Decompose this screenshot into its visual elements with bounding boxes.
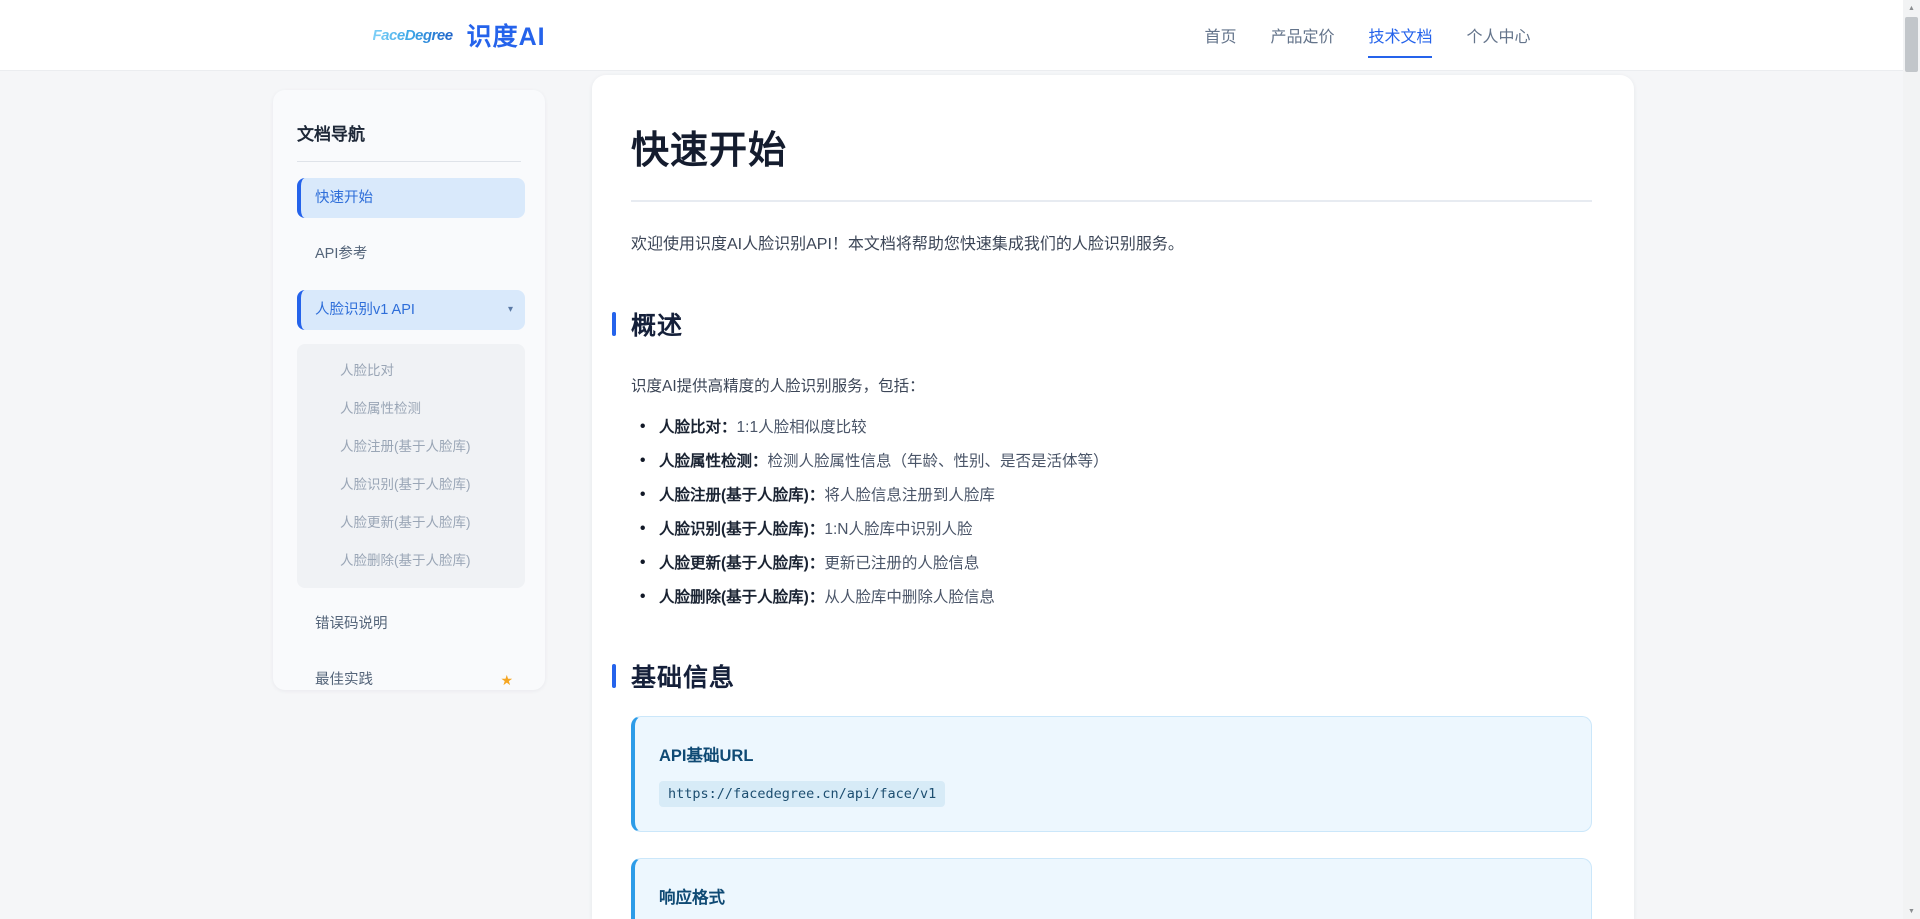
response-format-card: 响应格式 所有API响应都使用JSON格式： {	[631, 858, 1592, 919]
sidebar-item-label: 人脸识别v1 API	[315, 300, 415, 320]
sidebar-item-error-codes[interactable]: 错误码说明	[297, 604, 525, 644]
section-heading-basic-info: 基础信息	[612, 658, 1592, 694]
docs-sidebar: 文档导航 快速开始 API参考 人脸识别v1 API ▾ 人脸比对 人脸属性检测…	[273, 90, 545, 690]
sidebar-item-best-practices[interactable]: 最佳实践 ★	[297, 660, 525, 690]
feature-term: 人脸比对：	[659, 419, 737, 436]
feature-desc: 1:N人脸库中识别人脸	[824, 521, 972, 538]
nav-item-account[interactable]: 个人中心	[1466, 23, 1530, 47]
section-accent-bar	[612, 664, 616, 688]
feature-item: 人脸属性检测：检测人脸属性信息（年龄、性别、是否是活体等）	[631, 452, 1592, 472]
star-icon: ★	[500, 670, 513, 690]
title-divider	[631, 200, 1592, 202]
submenu-item-face-update[interactable]: 人脸更新(基于人脸库)	[297, 504, 525, 542]
feature-desc: 更新已注册的人脸信息	[824, 555, 979, 572]
submenu-item-face-attributes[interactable]: 人脸属性检测	[297, 390, 525, 428]
card-title: 响应格式	[659, 884, 1567, 908]
brand-logo-icon: FaceDegree	[373, 27, 453, 44]
feature-term: 人脸删除(基于人脸库)：	[659, 589, 824, 606]
api-base-url-card: API基础URL https://facedegree.cn/api/face/…	[631, 716, 1592, 832]
nav-item-home[interactable]: 首页	[1204, 23, 1236, 47]
feature-term: 人脸识别(基于人脸库)：	[659, 521, 824, 538]
section-heading-overview: 概述	[612, 306, 1592, 342]
main-nav: 首页 产品定价 技术文档 个人中心	[1204, 23, 1530, 47]
card-title: API基础URL	[659, 742, 1567, 766]
feature-desc: 将人脸信息注册到人脸库	[824, 487, 995, 504]
feature-desc: 从人脸库中删除人脸信息	[824, 589, 995, 606]
sidebar-item-quick-start[interactable]: 快速开始	[297, 178, 525, 218]
feature-term: 人脸属性检测：	[659, 453, 768, 470]
feature-item: 人脸删除(基于人脸库)：从人脸库中删除人脸信息	[631, 588, 1592, 608]
section-heading-text: 基础信息	[631, 658, 735, 694]
submenu-item-face-register[interactable]: 人脸注册(基于人脸库)	[297, 428, 525, 466]
nav-item-pricing[interactable]: 产品定价	[1270, 23, 1334, 47]
feature-list: 人脸比对：1:1人脸相似度比较 人脸属性检测：检测人脸属性信息（年龄、性别、是否…	[631, 418, 1592, 608]
feature-term: 人脸注册(基于人脸库)：	[659, 487, 824, 504]
nav-item-docs[interactable]: 技术文档	[1368, 23, 1432, 47]
feature-item: 人脸比对：1:1人脸相似度比较	[631, 418, 1592, 438]
feature-item: 人脸注册(基于人脸库)：将人脸信息注册到人脸库	[631, 486, 1592, 506]
section-accent-bar	[612, 312, 616, 336]
feature-item: 人脸更新(基于人脸库)：更新已注册的人脸信息	[631, 554, 1592, 574]
scrollbar-up-icon[interactable]: ▲	[1903, 0, 1920, 16]
sidebar-item-api-reference[interactable]: API参考	[297, 234, 525, 274]
intro-text: 欢迎使用识度AI人脸识别API！本文档将帮助您快速集成我们的人脸识别服务。	[631, 234, 1592, 256]
api-base-url-code: https://facedegree.cn/api/face/v1	[659, 781, 945, 807]
page-scrollbar[interactable]: ▲ ▼	[1903, 0, 1920, 919]
page: FaceDegree 识度AI 首页 产品定价 技术文档 个人中心 文档导航 快…	[0, 0, 1920, 919]
feature-term: 人脸更新(基于人脸库)：	[659, 555, 824, 572]
section-heading-text: 概述	[631, 306, 683, 342]
chevron-down-icon: ▾	[508, 300, 513, 320]
sidebar-divider	[297, 161, 521, 162]
scrollbar-down-icon[interactable]: ▼	[1903, 903, 1920, 919]
feature-desc: 检测人脸属性信息（年龄、性别、是否是活体等）	[768, 453, 1109, 470]
scrollbar-thumb[interactable]	[1905, 17, 1918, 72]
brand[interactable]: FaceDegree 识度AI	[373, 17, 546, 53]
brand-name: 识度AI	[467, 17, 546, 53]
sidebar-title: 文档导航	[297, 120, 521, 145]
main-content: 快速开始 欢迎使用识度AI人脸识别API！本文档将帮助您快速集成我们的人脸识别服…	[592, 75, 1634, 919]
submenu-item-face-delete[interactable]: 人脸删除(基于人脸库)	[297, 542, 525, 580]
submenu-item-face-recognize[interactable]: 人脸识别(基于人脸库)	[297, 466, 525, 504]
top-header: FaceDegree 识度AI 首页 产品定价 技术文档 个人中心	[0, 0, 1903, 71]
feature-desc: 1:1人脸相似度比较	[737, 419, 867, 436]
feature-item: 人脸识别(基于人脸库)：1:N人脸库中识别人脸	[631, 520, 1592, 540]
sidebar-item-face-v1-api[interactable]: 人脸识别v1 API ▾	[297, 290, 525, 330]
sidebar-item-label: 最佳实践	[315, 670, 373, 690]
overview-lead: 识度AI提供高精度的人脸识别服务，包括：	[631, 374, 1592, 396]
submenu-item-face-compare[interactable]: 人脸比对	[297, 352, 525, 390]
sidebar-submenu: 人脸比对 人脸属性检测 人脸注册(基于人脸库) 人脸识别(基于人脸库) 人脸更新…	[297, 344, 525, 588]
page-title: 快速开始	[631, 119, 1592, 174]
